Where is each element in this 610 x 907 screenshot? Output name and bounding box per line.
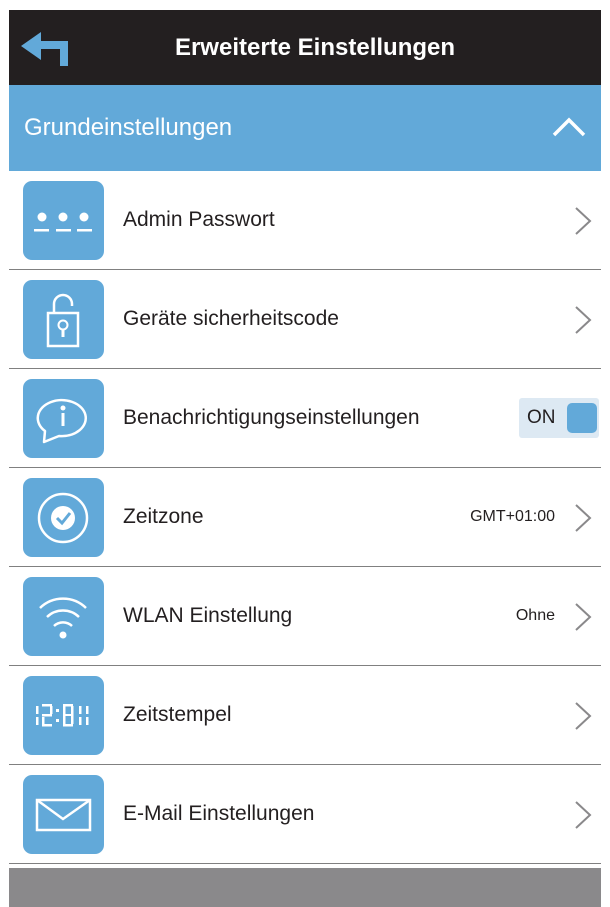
- chevron-right-icon: [575, 306, 592, 334]
- section-title: Grundeinstellungen: [24, 114, 233, 141]
- row-zeitzone[interactable]: Zeitzone GMT+01:00: [9, 468, 601, 567]
- chevron-right-icon: [575, 702, 592, 730]
- row-zeitstempel[interactable]: Zeitstempel: [9, 666, 601, 765]
- row-label: WLAN Einstellung: [123, 604, 293, 627]
- row-label: Zeitzone: [123, 505, 204, 528]
- digital-clock-tile: [23, 676, 104, 755]
- envelope-tile: [23, 775, 104, 854]
- chevron-right-icon: [575, 801, 592, 829]
- digital-clock-icon: [36, 704, 89, 727]
- row-admin-passwort[interactable]: Admin Passwort: [9, 171, 601, 270]
- row-geraete-sicherheitscode[interactable]: Geräte sicherheitscode: [9, 270, 601, 369]
- section-header-grundeinstellungen[interactable]: Grundeinstellungen: [9, 85, 601, 171]
- row-label: E-Mail Einstellungen: [123, 802, 315, 825]
- clock-tile: [23, 478, 104, 557]
- wlan-value: Ohne: [515, 607, 555, 624]
- row-email-einstellungen[interactable]: E-Mail Einstellungen: [9, 765, 601, 864]
- wifi-icon: [39, 597, 87, 639]
- toggle-knob: [567, 403, 597, 433]
- padlock-tile: [23, 280, 104, 359]
- settings-screen: Erweiterte Einstellungen Grundeinstellun…: [9, 10, 601, 907]
- row-wlan-einstellung[interactable]: WLAN Einstellung Ohne: [9, 567, 601, 666]
- app-header: Erweiterte Einstellungen: [9, 10, 601, 85]
- password-dots-icon: [34, 212, 92, 232]
- wifi-tile: [23, 577, 104, 656]
- chevron-right-icon: [575, 603, 592, 631]
- clock-check-icon: [37, 492, 89, 544]
- chevron-up-icon[interactable]: [551, 113, 587, 139]
- chevron-right-icon: [575, 504, 592, 532]
- envelope-icon: [35, 798, 92, 832]
- chevron-right-icon: [575, 207, 592, 235]
- notification-toggle[interactable]: ON: [519, 398, 599, 438]
- timezone-value: GMT+01:00: [470, 508, 555, 525]
- row-label: Geräte sicherheitscode: [123, 307, 339, 330]
- row-benachrichtigungseinstellungen: Benachrichtigungseinstellungen ON: [9, 369, 601, 468]
- settings-list: Admin Passwort Geräte sicherheitscode Be…: [9, 171, 601, 864]
- footer-bar: [9, 868, 601, 907]
- toggle-state-label: ON: [527, 407, 556, 428]
- info-bubble-icon: [36, 398, 88, 444]
- info-tile: [23, 379, 104, 458]
- page-title: Erweiterte Einstellungen: [174, 34, 456, 61]
- padlock-icon: [46, 293, 80, 348]
- row-label: Benachrichtigungseinstellungen: [123, 406, 420, 429]
- row-label: Zeitstempel: [123, 703, 232, 726]
- password-tile: [23, 181, 104, 260]
- row-label: Admin Passwort: [123, 208, 275, 231]
